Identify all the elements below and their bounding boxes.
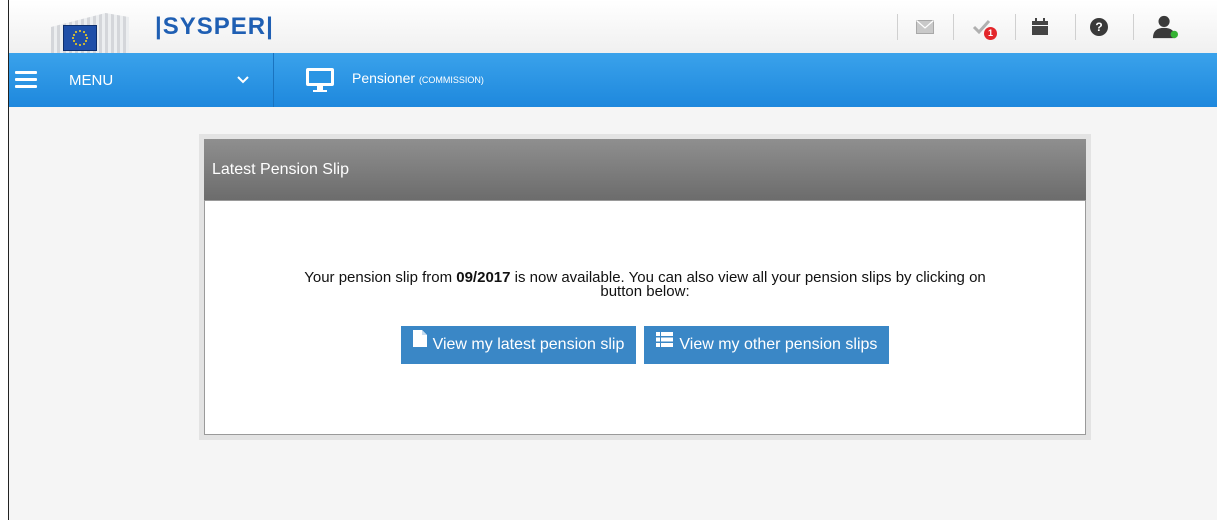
view-latest-slip-label: View my latest pension slip [432,336,625,354]
menu-label: MENU [69,72,114,89]
mail-icon[interactable] [912,14,938,40]
latest-pension-slip-panel: Latest Pension Slip Your pension slip fr… [199,134,1091,440]
view-other-slips-button[interactable]: View my other pension slips [644,324,890,364]
list-icon [656,324,674,362]
top-header: |SYSPER| 1 ? [9,0,1217,53]
page-title-main: Pensioner [352,70,416,86]
page-title: Pensioner (COMMISSION) [352,70,484,86]
panel-title: Latest Pension Slip [204,139,1086,200]
monitor-icon [305,67,335,98]
toolbar-separator [1015,14,1016,40]
view-latest-slip-button[interactable]: View my latest pension slip [400,324,637,364]
task-count-badge: 1 [984,27,997,40]
panel-body: Your pension slip from 09/2017 is now av… [204,200,1086,435]
pension-message: Your pension slip from 09/2017 is now av… [205,269,1085,300]
toolbar-separator [953,14,954,40]
eu-logo [51,13,129,53]
toolbar-separator [897,14,898,40]
page-title-context: (COMMISSION) [418,75,484,85]
tasks-check-icon[interactable]: 1 [970,14,997,40]
nav-bar: MENU Pensioner (COMMISSION) [9,53,1217,107]
message-prefix: Your pension slip from [304,269,457,286]
app-brand: |SYSPER| [155,13,274,40]
user-icon[interactable] [1152,14,1178,40]
calendar-icon[interactable] [1027,14,1053,40]
button-row: View my latest pension slip View my othe… [205,326,1085,364]
message-suffix: is now available. You can also view all … [510,269,986,286]
toolbar-separator [1133,14,1134,40]
message-date: 09/2017 [456,269,511,286]
view-other-slips-label: View my other pension slips [679,336,878,354]
menu-toggle[interactable]: MENU [9,53,274,107]
toolbar-separator [1075,14,1076,40]
file-icon [412,324,427,362]
message-line-2: button below: [600,283,690,300]
hamburger-icon [15,71,37,89]
svg-text:?: ? [1095,20,1102,34]
app-frame: |SYSPER| 1 ? MENU Pensioner (COMMISSION)… [8,0,1217,520]
chevron-down-icon [237,72,249,88]
eu-flag-icon [63,25,97,51]
help-icon[interactable]: ? [1086,14,1112,40]
